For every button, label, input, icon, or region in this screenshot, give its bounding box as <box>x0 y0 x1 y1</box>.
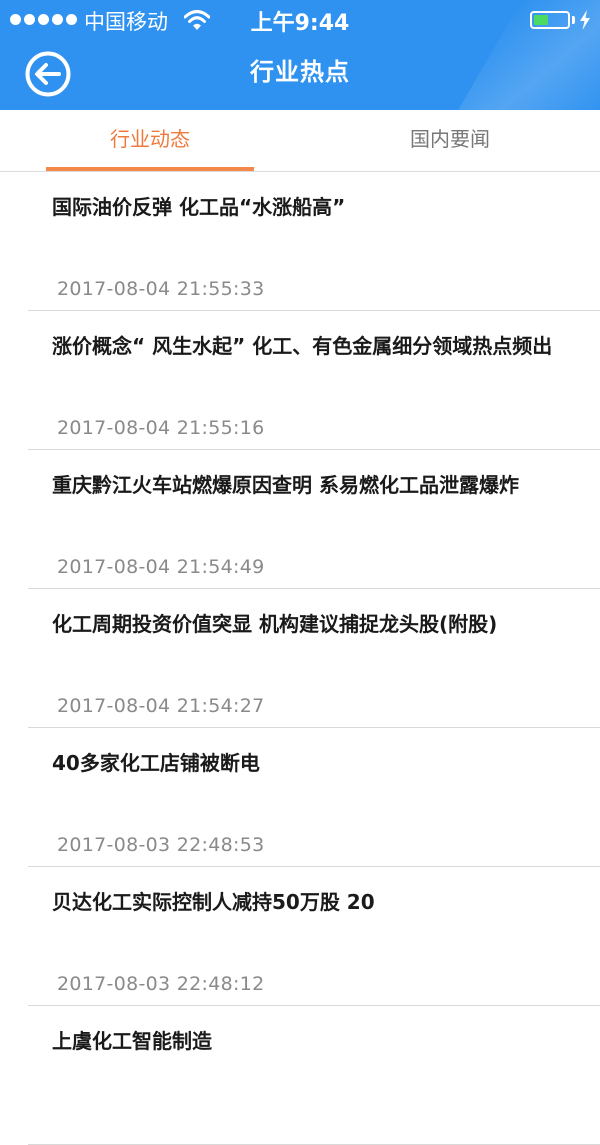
status-bar: 中国移动 上午9:44 <box>0 0 600 40</box>
charging-bolt-icon <box>580 10 590 30</box>
news-item[interactable]: 贝达化工实际控制人减持50万股 20 2017-08-03 22:48:12 <box>0 867 600 1006</box>
news-item[interactable]: 重庆黔江火车站燃爆原因查明 系易燃化工品泄露爆炸 2017-08-04 21:5… <box>0 450 600 589</box>
news-time: 2017-08-03 22:48:12 <box>57 973 265 995</box>
page-title: 行业热点 <box>250 58 350 86</box>
news-time: 2017-08-04 21:54:49 <box>57 556 265 578</box>
news-title: 40多家化工店铺被断电 <box>52 751 260 775</box>
news-item[interactable]: 涨价概念“ 风生水起” 化工、有色金属细分领域热点频出 2017-08-04 2… <box>0 311 600 450</box>
news-title: 国际油价反弹 化工品“水涨船高” <box>52 195 346 219</box>
news-title: 重庆黔江火车站燃爆原因查明 系易燃化工品泄露爆炸 <box>52 473 519 497</box>
tab-industry-news[interactable]: 行业动态 <box>0 110 300 171</box>
battery-tip <box>572 16 575 24</box>
news-item[interactable]: 化工周期投资价值突显 机构建议捕捉龙头股(附股) 2017-08-04 21:5… <box>0 589 600 728</box>
news-time: 2017-08-04 21:55:33 <box>57 278 265 300</box>
status-time: 上午9:44 <box>250 11 350 36</box>
header-bar: 中国移动 上午9:44 行业热点 <box>0 0 600 110</box>
news-item[interactable]: 上虞化工智能制造 <box>0 1006 600 1145</box>
tab-domestic-news[interactable]: 国内要闻 <box>300 110 600 171</box>
news-list: 国际油价反弹 化工品“水涨船高” 2017-08-04 21:55:33 涨价概… <box>0 172 600 1145</box>
news-title: 上虞化工智能制造 <box>52 1029 212 1053</box>
news-title: 涨价概念“ 风生水起” 化工、有色金属细分领域热点频出 <box>52 334 553 358</box>
news-time: 2017-08-03 22:48:53 <box>57 834 265 856</box>
battery-level <box>534 15 548 25</box>
news-item[interactable]: 40多家化工店铺被断电 2017-08-03 22:48:53 <box>0 728 600 867</box>
tab-bar: 行业动态 国内要闻 <box>0 110 600 172</box>
news-title: 化工周期投资价值突显 机构建议捕捉龙头股(附股) <box>52 612 498 636</box>
active-tab-indicator <box>46 167 254 171</box>
news-title: 贝达化工实际控制人减持50万股 20 <box>52 890 375 914</box>
news-time: 2017-08-04 21:55:16 <box>57 417 265 439</box>
news-item[interactable]: 国际油价反弹 化工品“水涨船高” 2017-08-04 21:55:33 <box>0 172 600 311</box>
news-time: 2017-08-04 21:54:27 <box>57 695 265 717</box>
battery-icon <box>530 11 570 29</box>
